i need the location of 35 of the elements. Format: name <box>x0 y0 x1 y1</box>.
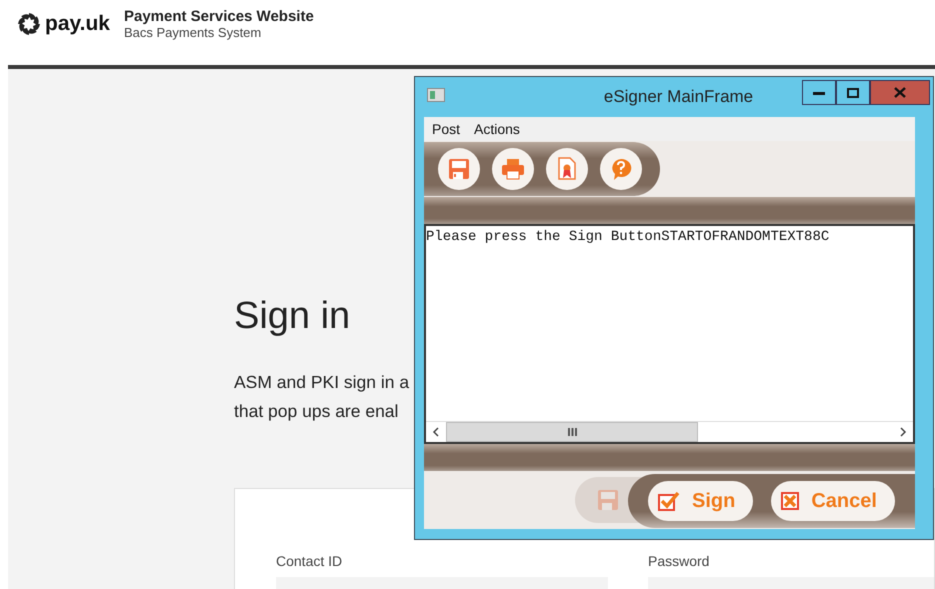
intro-text: that pop ups are enal <box>234 400 400 423</box>
toolbar-button[interactable] <box>600 148 642 190</box>
maximize-icon <box>847 88 859 98</box>
toolbar-button[interactable] <box>546 148 588 190</box>
close-icon <box>894 87 906 98</box>
message-area[interactable]: Please press the Sign ButtonSTARTOFRANDOMTEXT88C <box>424 224 915 444</box>
brand-name[interactable]: pay.uk <box>45 12 110 36</box>
menu-item[interactable]: Post <box>432 121 460 137</box>
logo-icon <box>16 11 42 37</box>
message-text: Please press the Sign ButtonSTARTOFRANDOMTEXT88C <box>426 228 830 245</box>
cancel-icon <box>781 492 800 510</box>
maximize-button[interactable] <box>836 80 870 105</box>
toolbar-button[interactable] <box>438 148 480 190</box>
grip-icon <box>568 428 576 436</box>
minimize-icon <box>813 90 825 94</box>
checkbox-icon <box>658 491 680 511</box>
page-heading: Sign in <box>234 295 352 338</box>
field-label: Password <box>648 553 710 569</box>
minimize-button[interactable] <box>802 80 836 105</box>
toolbar-button[interactable] <box>492 148 534 190</box>
chevron-right-icon <box>899 427 907 437</box>
close-button[interactable] <box>870 80 930 105</box>
menu-item[interactable]: Actions <box>474 121 520 137</box>
site-subtitle: Bacs Payments System <box>124 25 262 40</box>
window-title: eSigner MainFrame <box>602 87 754 107</box>
horizontal-scrollbar[interactable] <box>426 421 913 442</box>
site-title: Payment Services Website <box>124 8 314 25</box>
floppy-icon <box>597 489 619 511</box>
certificate-icon <box>557 157 577 181</box>
app-icon <box>427 88 445 102</box>
chevron-left-icon <box>432 427 440 437</box>
printer-icon <box>501 158 525 180</box>
field-label: Contact ID <box>276 553 344 569</box>
intro-text: ASM and PKI sign in a <box>234 371 410 394</box>
floppy-icon <box>448 158 470 180</box>
